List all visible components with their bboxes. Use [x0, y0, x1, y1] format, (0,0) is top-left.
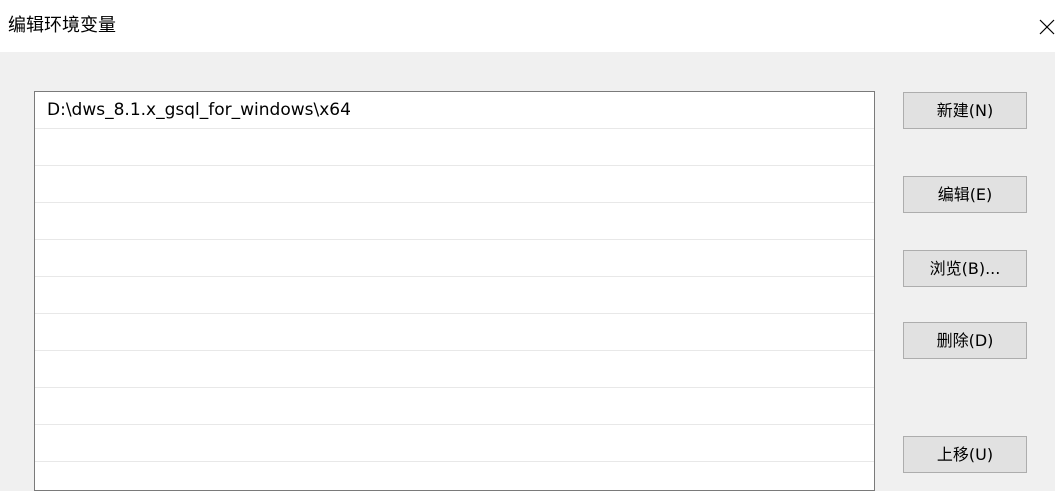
- delete-button[interactable]: 删除(D): [903, 322, 1027, 359]
- path-list-item[interactable]: [35, 388, 874, 425]
- path-list-item[interactable]: [35, 462, 874, 490]
- new-button[interactable]: 新建(N): [903, 92, 1027, 129]
- path-list-item[interactable]: [35, 277, 874, 314]
- path-list-item[interactable]: [35, 425, 874, 462]
- path-list-item[interactable]: [35, 203, 874, 240]
- dialog-title: 编辑环境变量: [8, 15, 116, 36]
- path-list-item[interactable]: [35, 240, 874, 277]
- dialog-title-bar: 编辑环境变量: [0, 0, 1055, 52]
- path-list-item[interactable]: [35, 314, 874, 351]
- path-list[interactable]: D:\dws_8.1.x_gsql_for_windows\x64: [34, 91, 875, 491]
- move-up-button[interactable]: 上移(U): [903, 436, 1027, 473]
- path-list-item[interactable]: [35, 351, 874, 388]
- close-button[interactable]: [1034, 10, 1055, 40]
- browse-button[interactable]: 浏览(B)...: [903, 250, 1027, 287]
- path-list-item[interactable]: D:\dws_8.1.x_gsql_for_windows\x64: [35, 92, 874, 129]
- path-list-item[interactable]: [35, 129, 874, 166]
- close-icon: [1039, 19, 1055, 35]
- path-list-item[interactable]: [35, 166, 874, 203]
- edit-button[interactable]: 编辑(E): [903, 176, 1027, 213]
